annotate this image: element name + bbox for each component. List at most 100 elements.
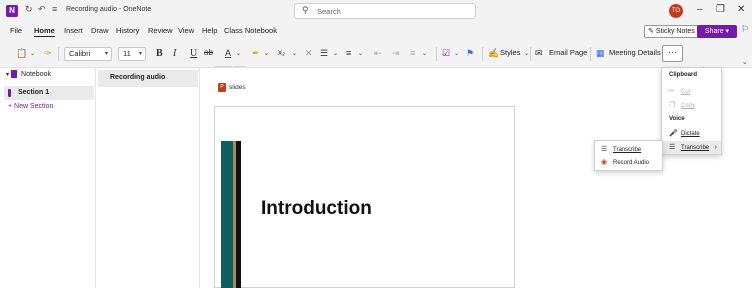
sticky-notes-button[interactable]: ✎ Sticky Notes	[644, 25, 699, 38]
section-item[interactable]: Section 1	[4, 86, 94, 100]
search-box[interactable]: ⚲ Search	[294, 3, 476, 19]
font-name-value: Calibri	[69, 49, 91, 58]
menu-help[interactable]: Help	[202, 26, 217, 35]
subscript-dropdown-icon[interactable]: ⌄	[292, 50, 297, 57]
styles-dropdown-icon[interactable]: ⌄	[524, 50, 529, 57]
page-list: Recording audio	[96, 68, 200, 288]
transcribe-menu-item[interactable]: ☰ Transcribe ›	[663, 141, 721, 154]
format-painter-icon[interactable]: ✑	[44, 48, 52, 59]
email-icon[interactable]: ✉	[535, 48, 543, 59]
undo-icon[interactable]: ↶	[38, 4, 46, 15]
font-size-select[interactable]: 11 ▾	[118, 47, 146, 61]
menu-class-notebook[interactable]: Class Notebook	[224, 26, 277, 35]
meeting-details-button[interactable]: Meeting Details	[609, 48, 661, 57]
maximize-icon[interactable]: ❐	[716, 4, 725, 15]
transcribe-submenu-item[interactable]: ☰ Transcribe	[601, 145, 641, 153]
font-color-dropdown-icon[interactable]: ⌄	[236, 50, 241, 57]
notebook-name: Notebook	[21, 70, 51, 78]
ribbon-divider	[482, 47, 483, 61]
styles-button[interactable]: Styles	[500, 48, 520, 57]
record-audio-label: Record Audio	[613, 160, 650, 166]
menu-insert[interactable]: Insert	[64, 26, 83, 35]
transcribe-label: Transcribe	[681, 145, 710, 151]
minimize-icon[interactable]: –	[697, 4, 703, 15]
increase-indent-icon[interactable]: ⇥	[392, 48, 400, 59]
cut-menu-item[interactable]: ✂ Cut	[669, 87, 690, 95]
menu-view[interactable]: View	[178, 26, 194, 35]
quick-access-dropdown-icon[interactable]: ≡	[52, 4, 57, 14]
bullets-dropdown-icon[interactable]: ⌄	[333, 50, 338, 57]
slide-title: Introduction	[261, 198, 372, 219]
menu-file[interactable]: File	[10, 26, 22, 35]
chevron-down-icon: ▾	[104, 51, 108, 57]
menu-bar: File Home Insert Draw History Review Vie…	[0, 22, 752, 40]
sticky-notes-label: Sticky Notes	[655, 28, 695, 35]
copy-label: Copy	[681, 103, 696, 109]
email-page-button[interactable]: Email Page	[549, 48, 587, 57]
record-audio-menu-item[interactable]: ◉ Record Audio	[601, 158, 649, 166]
close-icon[interactable]: ✕	[737, 4, 745, 15]
menu-history[interactable]: History	[116, 26, 139, 35]
align-icon[interactable]: ≡	[410, 48, 415, 58]
copy-menu-item[interactable]: ❐ Copy	[669, 101, 695, 109]
decrease-indent-icon[interactable]: ⇤	[374, 48, 382, 59]
bold-button[interactable]: B	[156, 48, 163, 59]
slide-printout[interactable]: Introduction	[214, 106, 515, 288]
page-item[interactable]: Recording audio	[98, 70, 198, 87]
more-options-menu: Clipboard ✂ Cut ❐ Copy Voice 🎤 Dictate ☰ Tra…	[661, 67, 722, 155]
paste-icon[interactable]: 📋	[16, 48, 27, 59]
transcribe-icon: ☰	[601, 146, 608, 153]
align-dropdown-icon[interactable]: ⌄	[422, 50, 427, 57]
new-section-button[interactable]: + New Section	[8, 103, 53, 110]
share-label: Share	[704, 28, 724, 35]
find-tags-icon[interactable]: ⚑	[466, 48, 474, 59]
highlight-dropdown-icon[interactable]: ⌄	[264, 50, 269, 57]
share-button[interactable]: Share ▾	[697, 25, 737, 38]
feedback-icon[interactable]: ⚐	[741, 24, 749, 35]
ribbon-divider	[436, 47, 437, 61]
menu-draw[interactable]: Draw	[91, 26, 109, 35]
new-section-label: New Section	[14, 103, 54, 110]
bullets-icon[interactable]: ☰	[320, 48, 328, 59]
dictate-menu-item[interactable]: 🎤 Dictate	[669, 129, 700, 137]
clear-formatting-icon[interactable]: ✕	[305, 48, 313, 59]
powerpoint-file-icon: P	[218, 83, 226, 92]
numbering-icon[interactable]: ≡	[346, 48, 351, 58]
section-label: Section 1	[18, 89, 50, 96]
attachment[interactable]: Pslides	[218, 83, 246, 92]
section-color-marker	[8, 89, 11, 97]
page-date: ——— ——	[214, 64, 246, 70]
tag-dropdown-icon[interactable]: ⌄	[454, 50, 459, 57]
subscript-icon[interactable]: x₂	[278, 48, 285, 57]
paste-dropdown-icon[interactable]: ⌄	[30, 50, 35, 57]
onenote-app-icon: N	[6, 5, 18, 17]
numbering-dropdown-icon[interactable]: ⌄	[358, 50, 363, 57]
menu-home[interactable]: Home	[34, 26, 55, 35]
slide-stripe-teal	[221, 141, 233, 288]
sync-icon[interactable]: ↻	[25, 4, 33, 15]
font-color-icon[interactable]: A	[225, 48, 231, 58]
strikethrough-icon[interactable]: ab	[204, 48, 213, 57]
clipboard-header: Clipboard	[669, 72, 697, 78]
ribbon-collapse-icon[interactable]: ⌄	[742, 58, 748, 66]
attachment-name: slides	[229, 84, 246, 92]
italic-button[interactable]: I	[173, 48, 176, 59]
styles-icon[interactable]: ✍	[488, 48, 499, 59]
transcribe-submenu: ☰ Transcribe ◉ Record Audio	[594, 140, 663, 171]
notebook-selector[interactable]: ▾ Notebook	[6, 70, 51, 78]
more-options-button[interactable]: ···	[662, 45, 683, 62]
highlighter-icon[interactable]: ✒	[252, 48, 260, 59]
title-bar: N ↻ ↶ ≡ Recording audio - OneNote ⚲ Sear…	[0, 0, 752, 22]
microphone-icon: 🎤	[669, 130, 678, 137]
transcribe-icon: ☰	[669, 144, 676, 151]
underline-button[interactable]: U	[190, 48, 197, 59]
avatar[interactable]: TO	[669, 4, 683, 18]
search-icon: ⚲	[302, 5, 309, 15]
dictate-label: Dictate	[681, 131, 700, 137]
tag-icon[interactable]: ☑	[442, 48, 450, 59]
plus-icon: +	[8, 103, 13, 110]
meeting-icon[interactable]: ▦	[596, 48, 605, 59]
chevron-down-icon: ▾	[6, 71, 10, 78]
font-name-select[interactable]: Calibri ▾	[64, 47, 112, 61]
menu-review[interactable]: Review	[148, 26, 173, 35]
